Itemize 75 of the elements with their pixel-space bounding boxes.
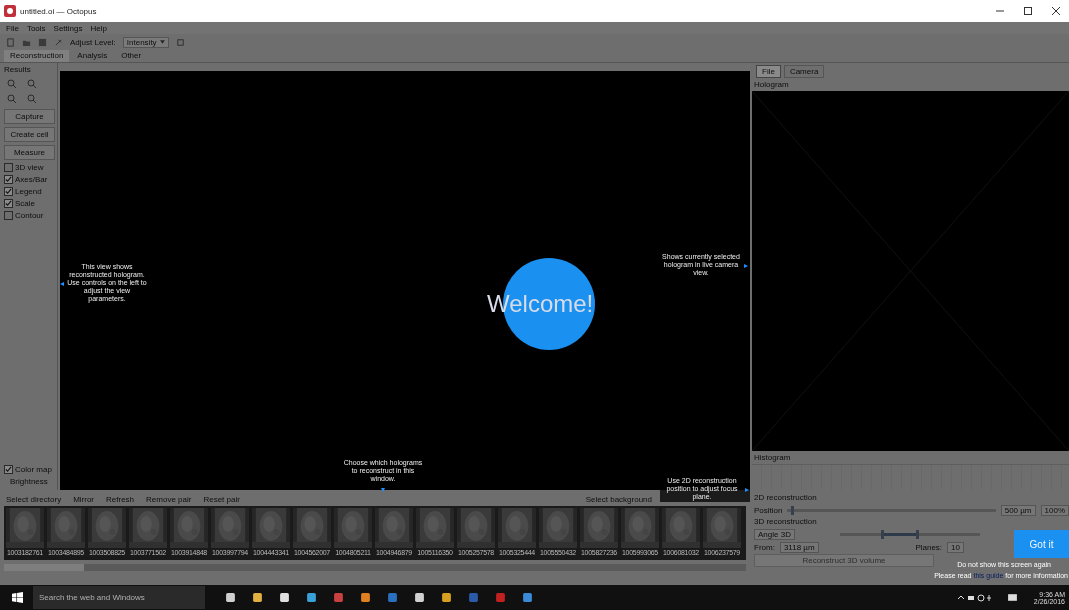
new-file-icon[interactable] [6, 37, 15, 47]
checkbox-label: 3D view [15, 163, 44, 172]
from-field[interactable]: 3118 µm [779, 541, 819, 553]
checkbox-label: Color map [15, 465, 52, 474]
checkbox[interactable] [4, 465, 13, 474]
app-icon[interactable] [360, 592, 371, 603]
app-icon[interactable] [225, 592, 236, 603]
menu-item[interactable]: Tools [26, 23, 46, 33]
checkbox[interactable] [4, 211, 13, 220]
strip-action[interactable]: Reset pair [203, 494, 240, 504]
zoom-icon[interactable] [27, 94, 37, 104]
from-label: From: [754, 542, 775, 552]
position-label: Position [754, 505, 783, 515]
save-icon[interactable] [38, 37, 47, 47]
tab[interactable]: Reconstruction [4, 50, 70, 62]
panel-button[interactable]: Create cell [4, 127, 55, 142]
strip-action[interactable]: Refresh [106, 494, 135, 504]
planes-label: Planes: [915, 542, 943, 552]
strip-action[interactable]: Remove pair [146, 494, 192, 504]
checkbox-label: Axes/Bar [15, 175, 48, 184]
maximize-icon[interactable] [1023, 6, 1033, 16]
pointer-icon: ▸ [744, 260, 748, 270]
menu-item[interactable]: File [6, 23, 19, 33]
menu-item[interactable]: Help [90, 23, 107, 33]
angle-field[interactable]: Angle 3D [754, 528, 795, 540]
caret-icon [159, 40, 165, 44]
checkbox[interactable] [4, 175, 13, 184]
zoom-icon[interactable] [7, 94, 17, 104]
app-icon[interactable] [414, 592, 425, 603]
strip-action[interactable]: Select directory [6, 494, 62, 504]
strip-action[interactable]: Mirror [73, 494, 95, 504]
planes-field[interactable]: 10 [947, 541, 964, 553]
zoom-icon[interactable] [27, 79, 37, 89]
section-label: 3D reconstruction [754, 517, 818, 527]
checkbox-label: Contour [15, 211, 44, 220]
zoom-icon[interactable] [7, 79, 17, 89]
notification-icon[interactable] [1006, 592, 1018, 603]
tab[interactable]: Camera [783, 65, 825, 78]
app-icon[interactable] [252, 592, 263, 603]
start-icon[interactable] [12, 592, 23, 603]
got-it-button[interactable]: Got it [1014, 530, 1069, 558]
position-field[interactable]: 500 µm [1000, 504, 1036, 516]
brightness-label: Brightness [9, 477, 49, 486]
app-icon [4, 5, 16, 17]
section-label: 2D reconstruction [754, 493, 818, 503]
pointer-icon: ◂ [60, 278, 64, 288]
adjust-level-label: Adjust Level: [70, 37, 116, 47]
app-icon[interactable] [306, 592, 317, 603]
close-icon[interactable] [1051, 6, 1061, 16]
pointer-icon: ▾ [381, 485, 385, 495]
panel-button[interactable]: Measure [4, 145, 55, 160]
section-label: Hologram [753, 80, 790, 89]
checkbox[interactable] [4, 163, 13, 172]
menu-item[interactable]: Settings [53, 23, 83, 33]
zoom-field[interactable]: 100% [1040, 504, 1069, 516]
square-icon[interactable] [175, 37, 185, 47]
select-background-button[interactable]: Select background [585, 494, 652, 504]
section-label: Histogram [753, 453, 792, 462]
pointer-icon: ▸ [745, 484, 749, 494]
window-title: untitled.oi — Octopus [20, 6, 97, 16]
tab[interactable]: Other [115, 50, 148, 62]
checkbox[interactable] [4, 187, 13, 196]
checkbox[interactable] [4, 199, 13, 208]
app-icon[interactable] [441, 592, 452, 603]
tool-icon[interactable] [54, 37, 63, 47]
tab[interactable]: File [756, 65, 781, 78]
checkbox-label: Legend [15, 187, 42, 196]
search-field[interactable]: Search the web and Windows [33, 586, 205, 609]
panel-title: Results [4, 65, 32, 74]
capture-button[interactable]: Capture [4, 109, 55, 124]
app-icon[interactable] [279, 592, 290, 603]
horizontal-scrollbar[interactable] [4, 564, 746, 571]
tab[interactable]: Analysis [71, 50, 114, 62]
adjust-level-dropdown[interactable]: Intensity [122, 36, 169, 48]
checkbox-label: Scale [15, 199, 35, 208]
